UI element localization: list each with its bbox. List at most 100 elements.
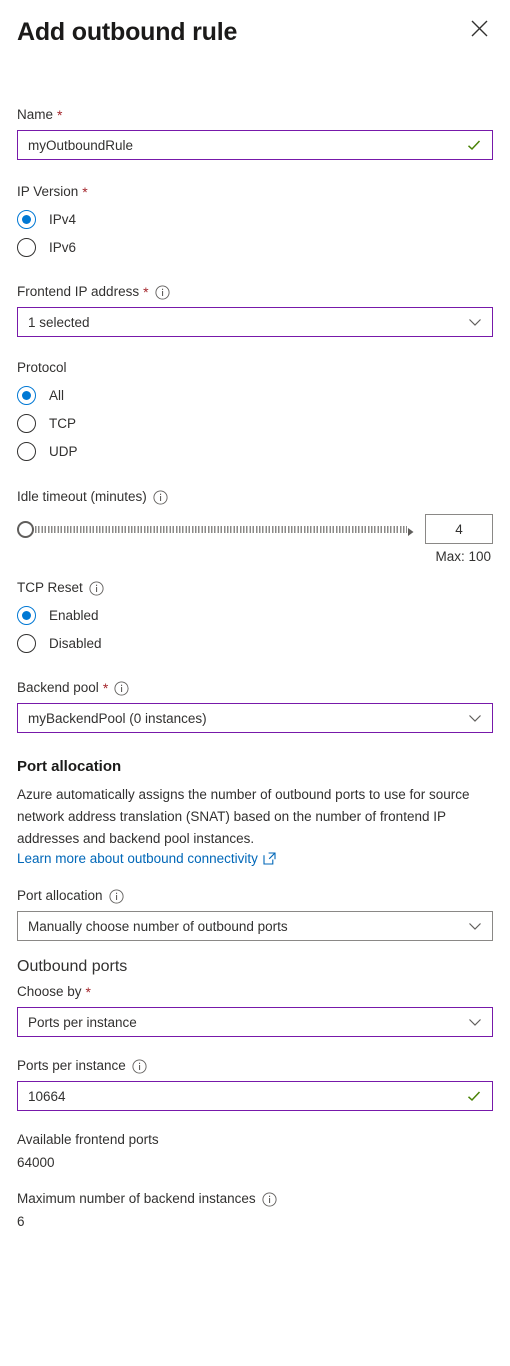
port-allocation-section: Port allocation Azure automatically assi… (17, 758, 493, 868)
radio-ipv6[interactable]: IPv6 (17, 233, 493, 261)
max-backend-instances-label: Maximum number of backend instances (17, 1191, 256, 1206)
available-frontend-ports-value: 64000 (17, 1155, 55, 1170)
radio-indicator (17, 413, 36, 433)
outbound-ports-section: Outbound ports Choose by * Ports per ins… (17, 958, 493, 1037)
port-allocation-value: Manually choose number of outbound ports (28, 918, 288, 934)
port-allocation-select-label-row: Port allocation (17, 887, 493, 905)
port-allocation-dropdown[interactable]: Manually choose number of outbound ports (17, 911, 493, 941)
required-marker: * (57, 107, 63, 123)
port-allocation-select-label: Port allocation (17, 888, 103, 903)
info-icon[interactable] (153, 489, 168, 505)
radio-label: IPv6 (49, 239, 77, 255)
ip-version-label: IP Version (17, 184, 79, 199)
radio-indicator (17, 385, 36, 405)
idle-timeout-label-row: Idle timeout (minutes) (17, 488, 493, 506)
frontend-ip-group: Frontend IP address * 1 selected (17, 283, 493, 337)
name-input[interactable]: myOutboundRule (17, 130, 493, 160)
protocol-label-row: Protocol (17, 359, 493, 377)
radio-label: All (49, 387, 65, 403)
radio-label: Enabled (49, 607, 99, 623)
radio-indicator (17, 237, 36, 257)
panel-header: Add outbound rule (17, 0, 493, 78)
idle-timeout-max-label: Max: 100 (435, 549, 491, 564)
info-icon[interactable] (114, 680, 129, 696)
frontend-ip-label: Frontend IP address (17, 284, 140, 299)
learn-more-link-text: Learn more about outbound connectivity (17, 851, 258, 866)
idle-timeout-input[interactable]: 4 (425, 514, 493, 544)
frontend-ip-label-row: Frontend IP address * (17, 283, 493, 301)
chevron-down-icon (468, 1015, 482, 1029)
ports-per-instance-input[interactable]: 10664 (17, 1081, 493, 1111)
radio-protocol-udp[interactable]: UDP (17, 437, 493, 465)
max-backend-instances-group: Maximum number of backend instances 6 (17, 1190, 493, 1229)
idle-timeout-slider[interactable] (17, 516, 415, 542)
required-marker: * (102, 680, 109, 696)
chevron-down-icon (468, 315, 482, 329)
info-icon[interactable] (89, 580, 104, 596)
tcp-reset-group: TCP Reset Enabled Disabled (17, 579, 493, 657)
name-label: Name (17, 107, 54, 122)
ports-per-instance-group: Ports per instance 10664 (17, 1057, 493, 1111)
available-frontend-ports-label: Available frontend ports (17, 1132, 159, 1147)
tcp-reset-label-row: TCP Reset (17, 579, 493, 597)
tcp-reset-label: TCP Reset (17, 580, 83, 595)
info-icon[interactable] (132, 1058, 147, 1074)
radio-label: TCP (49, 415, 76, 431)
slider-thumb[interactable] (17, 520, 34, 538)
add-outbound-rule-panel: Add outbound rule Name * myOutboundRule … (0, 0, 510, 1366)
info-icon[interactable] (109, 888, 124, 904)
idle-timeout-slider-row: 4 (17, 514, 493, 544)
available-frontend-ports-group: Available frontend ports 64000 (17, 1131, 493, 1170)
choose-by-dropdown[interactable]: Ports per instance (17, 1007, 493, 1037)
check-icon (466, 1088, 482, 1104)
slider-rail[interactable] (35, 525, 407, 533)
frontend-ip-dropdown[interactable]: 1 selected (17, 307, 493, 337)
learn-more-link[interactable]: Learn more about outbound connectivity (17, 851, 276, 866)
backend-pool-dropdown[interactable]: myBackendPool (0 instances) (17, 703, 493, 733)
radio-indicator (17, 441, 36, 461)
backend-pool-value: myBackendPool (0 instances) (28, 710, 207, 726)
radio-protocol-tcp[interactable]: TCP (17, 409, 493, 437)
close-icon[interactable] (463, 12, 495, 44)
radio-ipv4[interactable]: IPv4 (17, 205, 493, 233)
max-backend-instances-value: 6 (17, 1214, 25, 1229)
external-link-icon (263, 852, 276, 865)
radio-protocol-all[interactable]: All (17, 381, 493, 409)
radio-label: Disabled (49, 635, 102, 651)
protocol-label: Protocol (17, 360, 67, 375)
idle-timeout-value: 4 (455, 521, 463, 537)
ports-per-instance-label-row: Ports per instance (17, 1057, 493, 1075)
radio-tcp-reset-disabled[interactable]: Disabled (17, 629, 493, 657)
available-frontend-ports-label-row: Available frontend ports (17, 1131, 493, 1149)
backend-pool-group: Backend pool * myBackendPool (0 instance… (17, 679, 493, 733)
required-marker: * (85, 984, 91, 1000)
radio-indicator (17, 633, 36, 653)
name-label-row: Name * (17, 106, 493, 124)
radio-indicator (17, 209, 36, 229)
ip-version-label-row: IP Version * (17, 183, 493, 201)
idle-timeout-group: Idle timeout (minutes) 4 Max: 100 (17, 488, 493, 564)
frontend-ip-value: 1 selected (28, 314, 90, 330)
port-allocation-description: Azure automatically assigns the number o… (17, 787, 470, 846)
radio-label: UDP (49, 443, 78, 459)
name-input-value: myOutboundRule (28, 137, 134, 153)
ip-version-group: IP Version * IPv4 IPv6 (17, 183, 493, 261)
slider-end-arrow-icon (407, 524, 415, 536)
protocol-group: Protocol All TCP UDP (17, 359, 493, 465)
page-title: Add outbound rule (17, 18, 238, 46)
chevron-down-icon (468, 711, 482, 725)
chevron-down-icon (468, 919, 482, 933)
name-field-group: Name * myOutboundRule (17, 106, 493, 160)
port-allocation-heading: Port allocation (17, 758, 122, 775)
choose-by-value: Ports per instance (28, 1014, 137, 1030)
info-icon[interactable] (154, 284, 170, 300)
choose-by-label: Choose by (17, 984, 82, 999)
backend-pool-label-row: Backend pool * (17, 679, 493, 697)
radio-tcp-reset-enabled[interactable]: Enabled (17, 601, 493, 629)
port-allocation-select-group: Port allocation Manually choose number o… (17, 887, 493, 941)
radio-label: IPv4 (49, 211, 77, 227)
required-marker: * (82, 184, 88, 200)
choose-by-label-row: Choose by * (17, 983, 493, 1001)
info-icon[interactable] (262, 1191, 277, 1207)
radio-indicator (17, 605, 36, 625)
